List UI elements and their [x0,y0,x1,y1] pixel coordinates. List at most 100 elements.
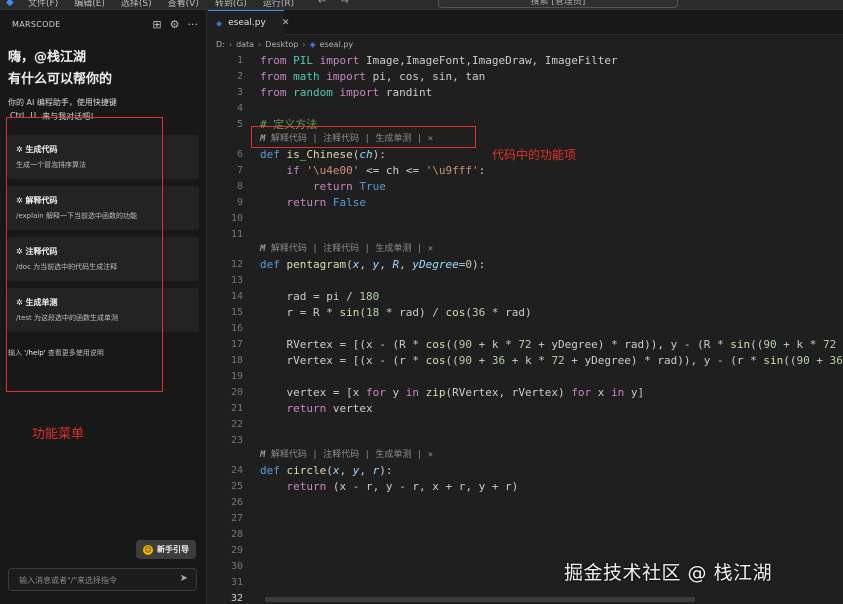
close-icon[interactable]: ✕ [428,450,433,460]
beginner-guide-button[interactable]: ☺ 新手引导 [136,540,196,559]
code-line: r = R * sin(18 * rad) / cos(36 * rad) [260,306,532,319]
code-lens-test[interactable]: 生成单测 [375,244,411,254]
code-line: return (x - r, y - r, x + r, y + r) [286,480,519,493]
line-number: 28 [230,529,243,540]
menu-file[interactable]: 文件(F) [28,0,58,9]
guide-button-label: 新手引导 [157,545,189,554]
annotation-box-code-lens [251,126,476,148]
greeting-title: 嗨，@栈江湖 [8,50,87,65]
line-number: 27 [230,513,243,524]
menu-bar: 文件(F) 编辑(E) 选择(S) 查看(V) 转到(G) 运行(R) [28,0,294,9]
code-lens-comment[interactable]: 注释代码 [323,450,359,460]
line-number: 7 [236,165,243,176]
line-number: 24 [230,465,243,476]
code-lens-explain[interactable]: 解释代码 [271,244,307,254]
assistant-description: 你的 AI 编程助手，使用快捷键 [8,98,117,107]
annotation-menu-label: 功能菜单 [32,427,85,442]
line-number: 19 [230,371,243,382]
line-number: 32 [230,593,243,604]
tab-label: eseal.py [228,18,266,28]
code-line: def is_Chinese(ch): [260,148,386,161]
line-number: 9 [236,197,243,208]
line-number: 13 [230,275,243,286]
new-chat-icon[interactable]: ⊞ [152,18,161,31]
breadcrumb: D: › data › Desktop › ◈ eseal.py [216,39,354,49]
python-file-icon: ◈ [309,39,316,49]
breadcrumb-drive[interactable]: D: [216,40,225,49]
back-arrow-icon[interactable]: ← [318,0,326,7]
breadcrumb-desktop[interactable]: Desktop [265,40,298,49]
code-editor: ◈ eseal.py ✕ D: › data › Desktop › ◈ eseal.… [208,10,843,604]
line-number: 3 [236,87,243,98]
line-number: 25 [230,481,243,492]
code-line: from random import randint [260,86,433,99]
forward-arrow-icon[interactable]: → [340,0,348,7]
line-number: 17 [230,339,243,350]
chat-input[interactable]: 输入消息或者"/"来选择指令 ➤ [8,568,197,591]
code-lens-3: M 解释代码 | 注释代码 | 生成单测 | ✕ [260,450,434,460]
code-line: def circle(x, y, r): [260,464,393,477]
line-number: 29 [230,545,243,556]
menu-run[interactable]: 运行(R) [263,0,294,9]
close-icon[interactable]: ✕ [428,244,433,254]
line-number: 23 [230,435,243,446]
command-search[interactable]: 搜索 [管理员] [438,0,678,8]
code-line: return vertex [286,402,373,415]
annotation-box-menu [6,117,163,392]
line-number: 16 [230,323,243,334]
breadcrumb-file[interactable]: eseal.py [320,40,354,49]
chat-input-placeholder: 输入消息或者"/"来选择指令 [19,576,118,585]
line-number: 30 [230,561,243,572]
line-number: 2 [236,71,243,82]
menu-selection[interactable]: 选择(S) [121,0,152,9]
line-number: 21 [230,403,243,414]
watermark: 掘金技术社区 @ 栈江湖 [564,562,773,584]
line-number: 12 [230,259,243,270]
greeting-subtitle: 有什么可以帮你的 [8,72,113,87]
code-lens-explain[interactable]: 解释代码 [271,450,307,460]
code-line: return False [286,196,367,209]
marscode-icon: M [260,450,266,460]
sidebar-title: MARSCODE [12,19,61,29]
menu-go[interactable]: 转到(G) [215,0,247,9]
code-lens-comment[interactable]: 注释代码 [323,244,359,254]
line-number: 14 [230,291,243,302]
code-lens-test[interactable]: 生成单测 [375,450,411,460]
close-tab-icon[interactable]: ✕ [282,18,290,28]
code-line: def pentagram(x, y, R, yDegree=0): [260,258,486,271]
code-line: rad = pi / 180 [260,290,380,303]
annotation-code-lens-label: 代码中的功能项 [492,148,577,162]
line-number: 20 [230,387,243,398]
code-lens-2: M 解释代码 | 注释代码 | 生成单测 | ✕ [260,244,434,254]
tab-eseal-py[interactable]: ◈ eseal.py ✕ [208,10,289,35]
horizontal-scrollbar[interactable] [265,597,695,602]
line-number: 4 [236,103,243,114]
menu-view[interactable]: 查看(V) [168,0,199,9]
line-number: 1 [236,55,243,66]
menu-edit[interactable]: 编辑(E) [74,0,105,9]
settings-sliders-icon[interactable]: ⚙ [170,18,180,31]
code-line: rVertex = [(x - (r * cos((90 + 36 + k * … [260,354,843,367]
line-number: 11 [230,229,243,240]
send-icon[interactable]: ➤ [180,573,188,584]
code-line: vertex = [x for y in zip(RVertex, rVerte… [260,386,645,399]
code-line: from math import pi, cos, sin, tan [260,70,486,83]
ide-window: ◆ 文件(F) 编辑(E) 选择(S) 查看(V) 转到(G) 运行(R) ← … [0,0,843,604]
breadcrumb-data[interactable]: data [236,40,254,49]
code-line: from PIL import Image,ImageFont,ImageDra… [260,54,618,67]
line-number: 10 [230,213,243,224]
line-number: 18 [230,355,243,366]
more-icon[interactable]: ··· [188,18,199,31]
vscode-logo-icon: ◆ [6,0,14,8]
marscode-icon: M [260,244,266,254]
line-number: 26 [230,497,243,508]
smiley-icon: ☺ [143,544,153,555]
line-number: 5 [236,119,243,130]
marscode-sidebar: MARSCODE ⊞ ⚙ ··· 嗨，@栈江湖 有什么可以帮你的 你的 AI 编… [0,10,207,604]
code-line: return True [312,180,386,193]
line-number: 22 [230,419,243,430]
sidebar-actions: ⊞ ⚙ ··· [152,18,198,31]
line-number: 15 [230,307,243,318]
line-number: 8 [236,181,243,192]
line-number: 31 [230,577,243,588]
